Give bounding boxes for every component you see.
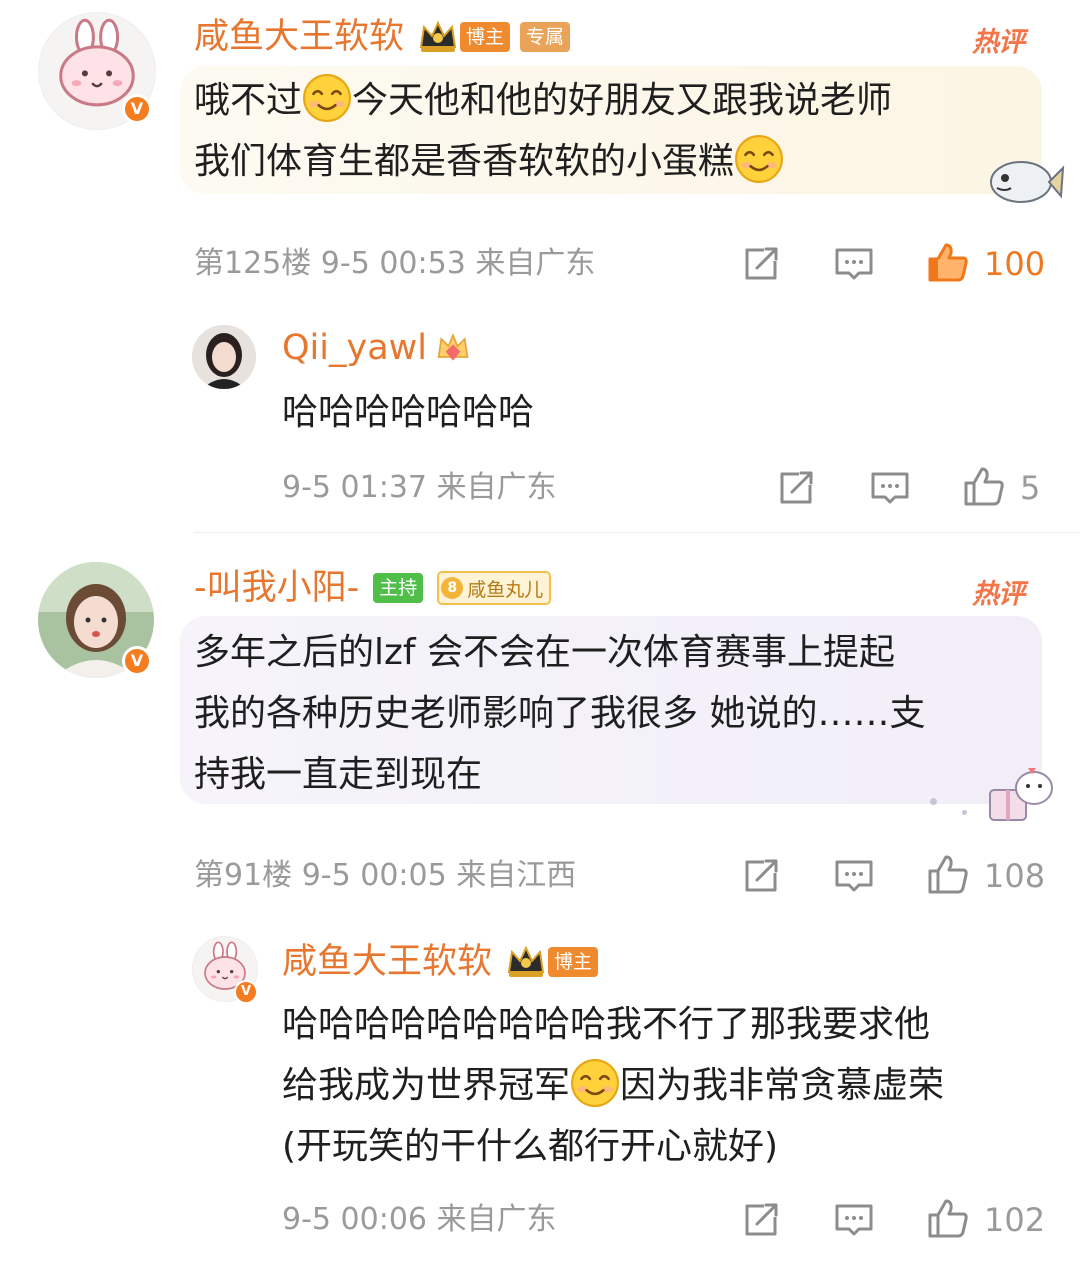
like-count: 102 bbox=[984, 1201, 1046, 1239]
divider bbox=[194, 532, 1080, 533]
fan-badge-label: 咸鱼丸儿 bbox=[467, 578, 544, 601]
thumbs-up-icon[interactable] bbox=[926, 242, 970, 284]
reply-meta: 9-5 00:06 来自广东 bbox=[282, 1202, 557, 1237]
reply-text: 哈哈哈哈哈哈哈哈哈我不行了那我要求他 给我成为世界冠军 因为我非常贪慕虚荣 (开玩… bbox=[282, 1004, 945, 1167]
comment-text: 多年之后的lzf 会不会在一次体育赛事上提起 我的各种历史老师影响了我很多 她说… bbox=[194, 632, 926, 795]
thumbs-up-icon[interactable] bbox=[962, 466, 1006, 508]
comment-text: 哦不过 今天他和他的好朋友又跟我说老师 我们体育生都是香香软软的小蛋糕 bbox=[194, 70, 1034, 192]
verified-v-icon: V bbox=[122, 94, 152, 124]
verified-v-icon: V bbox=[122, 646, 152, 676]
share-icon[interactable] bbox=[777, 469, 817, 509]
share-icon[interactable] bbox=[742, 1201, 782, 1241]
like-count: 108 bbox=[984, 857, 1046, 895]
reply-header: Qii_yawl bbox=[282, 328, 471, 368]
username[interactable]: Qii_yawl bbox=[282, 328, 427, 368]
thumbs-up-icon[interactable] bbox=[926, 1198, 970, 1240]
like-count: 5 bbox=[1020, 469, 1041, 507]
comment-header: 咸鱼大王软软 博主 专属 bbox=[194, 17, 571, 57]
verified-v-icon: V bbox=[234, 980, 258, 1004]
avatar[interactable] bbox=[192, 325, 256, 389]
comment-icon[interactable] bbox=[870, 470, 910, 508]
like-count: 100 bbox=[984, 245, 1046, 283]
crown-icon bbox=[420, 22, 457, 53]
username[interactable]: 咸鱼大王软软 bbox=[194, 17, 404, 57]
share-icon[interactable] bbox=[742, 857, 782, 897]
host-badge: 主持 bbox=[373, 573, 424, 603]
thumbs-up-icon[interactable] bbox=[926, 854, 970, 896]
exclusive-badge: 专属 bbox=[520, 22, 571, 52]
dot-decoration bbox=[962, 810, 967, 815]
hot-comment-tag: 热评 bbox=[972, 27, 1025, 58]
portrait-avatar-image bbox=[192, 325, 256, 389]
comment-icon[interactable] bbox=[834, 1202, 874, 1240]
comment-icon[interactable] bbox=[834, 246, 874, 284]
username[interactable]: 咸鱼大王软软 bbox=[282, 942, 492, 982]
reply-text: 哈哈哈哈哈哈哈 bbox=[282, 392, 535, 433]
fan-level-icon: 8 bbox=[441, 577, 464, 599]
comment-meta: 第125楼 9-5 00:53 来自广东 bbox=[194, 246, 596, 281]
reply-header: 咸鱼大王软软 博主 bbox=[282, 942, 599, 982]
comment-meta: 第91楼 9-5 00:05 来自江西 bbox=[194, 858, 577, 893]
reply-meta: 9-5 01:37 来自广东 bbox=[282, 470, 557, 505]
fan-badge: 8 咸鱼丸儿 bbox=[437, 571, 552, 605]
blogger-badge: 博主 bbox=[460, 22, 511, 52]
crown-icon bbox=[508, 947, 545, 978]
smile-emoji-icon bbox=[302, 73, 352, 123]
crown-icon bbox=[437, 333, 469, 361]
hot-comment-tag: 热评 bbox=[972, 579, 1025, 610]
share-icon[interactable] bbox=[742, 245, 782, 285]
smile-emoji-icon bbox=[734, 134, 784, 184]
blogger-badge: 博主 bbox=[548, 947, 599, 977]
comment-icon[interactable] bbox=[834, 858, 874, 896]
username[interactable]: -叫我小阳- bbox=[194, 568, 359, 608]
comment-header: -叫我小阳- 主持 8 咸鱼丸儿 bbox=[194, 568, 552, 608]
smile-emoji-icon bbox=[570, 1058, 620, 1108]
